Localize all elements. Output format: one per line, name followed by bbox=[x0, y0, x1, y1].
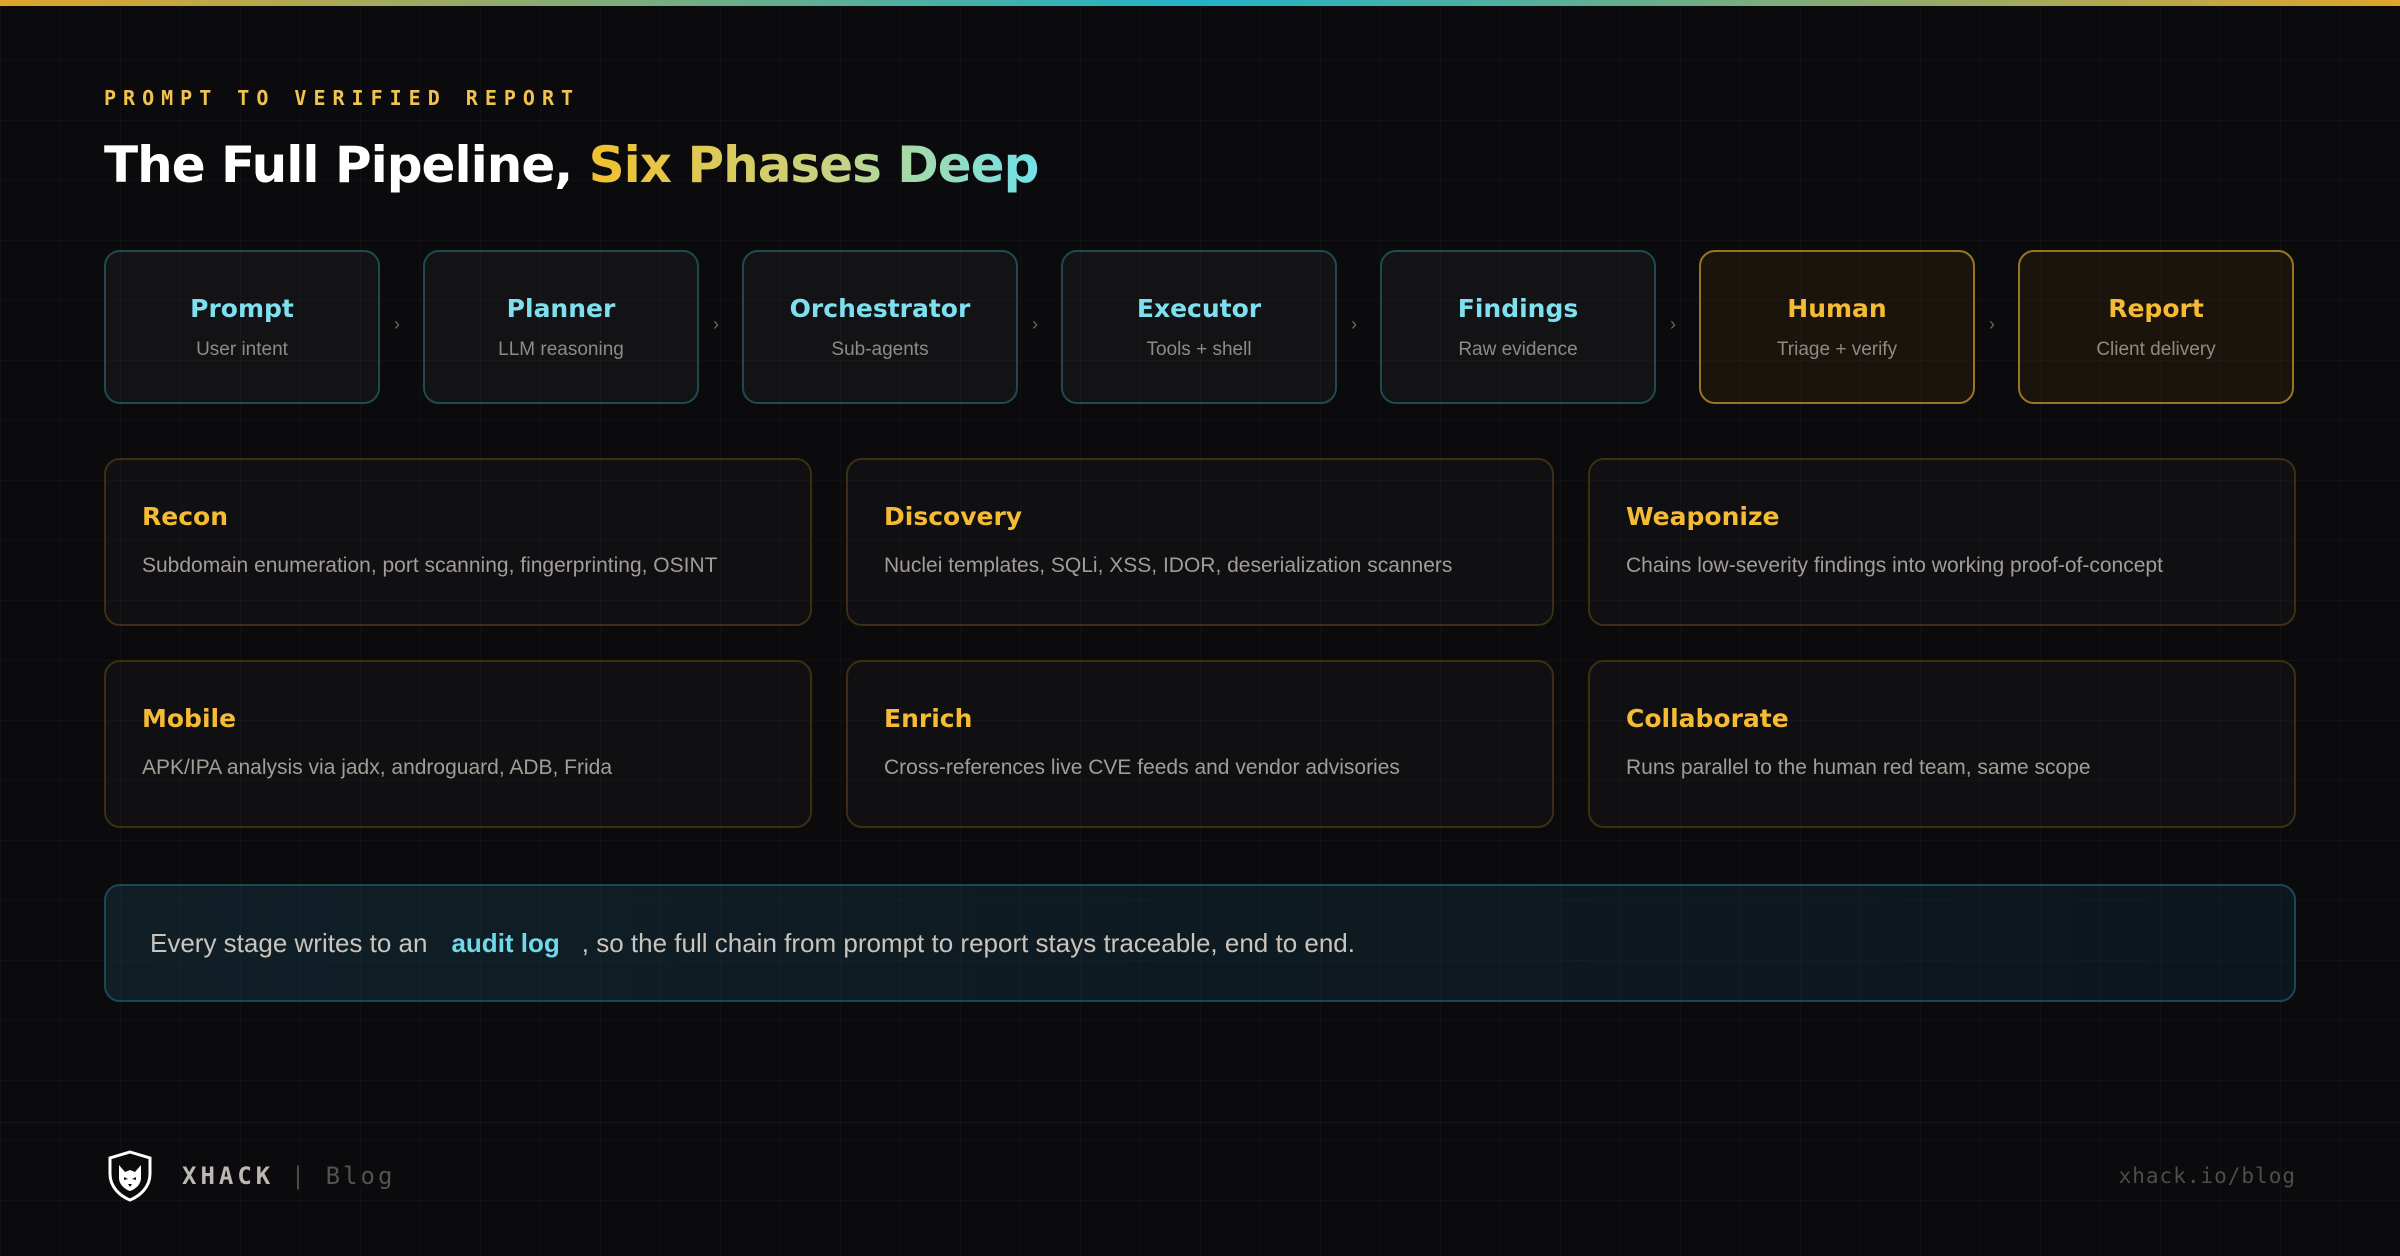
flow-step-findings: Findings Raw evidence bbox=[1380, 250, 1656, 404]
audit-log-callout: Every stage writes to an audit log , so th… bbox=[104, 884, 2296, 1002]
phase-card-title: Recon bbox=[142, 502, 228, 531]
flow-step-title: Human bbox=[1787, 293, 1887, 323]
phase-card-mobile: Mobile APK/IPA analysis via jadx, androg… bbox=[104, 660, 812, 828]
flow-step-executor: Executor Tools + shell bbox=[1061, 250, 1337, 404]
brand-name: XHACK bbox=[182, 1162, 275, 1190]
flow-step-subtitle: LLM reasoning bbox=[498, 338, 624, 360]
chevron-right-icon: › bbox=[713, 314, 719, 334]
flow-step-planner: Planner LLM reasoning bbox=[423, 250, 699, 404]
phase-card-enrich: Enrich Cross-references live CVE feeds a… bbox=[846, 660, 1554, 828]
chevron-right-icon: › bbox=[1670, 314, 1676, 334]
phase-card-description: Runs parallel to the human red team, sam… bbox=[1626, 756, 2091, 779]
phase-card-title: Collaborate bbox=[1626, 704, 1789, 733]
title-highlight: Six Phases Deep bbox=[588, 136, 1040, 194]
flow-step-title: Executor bbox=[1136, 293, 1262, 323]
title-main: The Full Pipeline, bbox=[104, 136, 589, 194]
flow-step-title: Prompt bbox=[190, 293, 294, 323]
flow-step-prompt: Prompt User intent bbox=[104, 250, 380, 404]
flow-step-subtitle: Raw evidence bbox=[1458, 338, 1578, 360]
flow-step-title: Orchestrator bbox=[789, 293, 971, 323]
flow-step-subtitle: Triage + verify bbox=[1776, 338, 1898, 360]
phase-card-title: Enrich bbox=[884, 704, 973, 733]
flow-step-title: Planner bbox=[506, 293, 616, 323]
phase-card-description: Cross-references live CVE feeds and vend… bbox=[884, 756, 1400, 779]
flow-step-orchestrator: Orchestrator Sub-agents bbox=[742, 250, 1018, 404]
phase-card-discovery: Discovery Nuclei templates, SQLi, XSS, I… bbox=[846, 458, 1554, 626]
pipeline-flow: Prompt User intent › Planner LLM reasoni… bbox=[104, 250, 2296, 406]
phase-card-recon: Recon Subdomain enumeration, port scanni… bbox=[104, 458, 812, 626]
top-accent-bar bbox=[0, 0, 2400, 6]
flow-step-report: Report Client delivery bbox=[2018, 250, 2294, 404]
flow-step-subtitle: Sub-agents bbox=[831, 338, 929, 360]
brand-section: Blog bbox=[325, 1162, 396, 1190]
flow-step-title: Report bbox=[2108, 293, 2204, 323]
flow-step-title: Findings bbox=[1457, 293, 1579, 323]
phase-card-description: Nuclei templates, SQLi, XSS, IDOR, deser… bbox=[884, 554, 1453, 577]
phase-card-weaponize: Weaponize Chains low-severity findings i… bbox=[1588, 458, 2296, 626]
eyebrow-label: PROMPT TO VERIFIED REPORT bbox=[104, 86, 581, 110]
wolf-shield-icon bbox=[106, 1150, 154, 1202]
flow-step-subtitle: Client delivery bbox=[2096, 338, 2216, 360]
phase-card-description: Chains low-severity findings into workin… bbox=[1626, 554, 2163, 577]
phase-card-description: APK/IPA analysis via jadx, androguard, A… bbox=[142, 756, 613, 779]
flow-step-subtitle: Tools + shell bbox=[1146, 338, 1252, 360]
footer-url: xhack.io/blog bbox=[2118, 1164, 2296, 1188]
footer-brand: XHACK | Blog bbox=[182, 1162, 395, 1190]
brand-separator: | bbox=[290, 1162, 306, 1190]
chevron-right-icon: › bbox=[1351, 314, 1357, 334]
phase-card-title: Discovery bbox=[884, 502, 1023, 531]
chevron-right-icon: › bbox=[1989, 314, 1995, 334]
chevron-right-icon: › bbox=[394, 314, 400, 334]
flow-step-human: Human Triage + verify bbox=[1699, 250, 1975, 404]
chevron-right-icon: › bbox=[1032, 314, 1038, 334]
callout-highlight: audit log bbox=[451, 927, 560, 958]
phase-card-collaborate: Collaborate Runs parallel to the human r… bbox=[1588, 660, 2296, 828]
page-title: The Full Pipeline, Six Phases Deep bbox=[104, 136, 1040, 194]
flow-step-subtitle: User intent bbox=[196, 338, 288, 360]
callout-text-after: , so the full chain from prompt to repor… bbox=[581, 927, 1355, 958]
phase-card-title: Mobile bbox=[142, 704, 237, 733]
phase-card-title: Weaponize bbox=[1626, 502, 1780, 531]
callout-text-before: Every stage writes to an bbox=[150, 927, 428, 958]
phase-card-description: Subdomain enumeration, port scanning, fi… bbox=[142, 554, 718, 577]
footer-divider bbox=[0, 1122, 2400, 1123]
